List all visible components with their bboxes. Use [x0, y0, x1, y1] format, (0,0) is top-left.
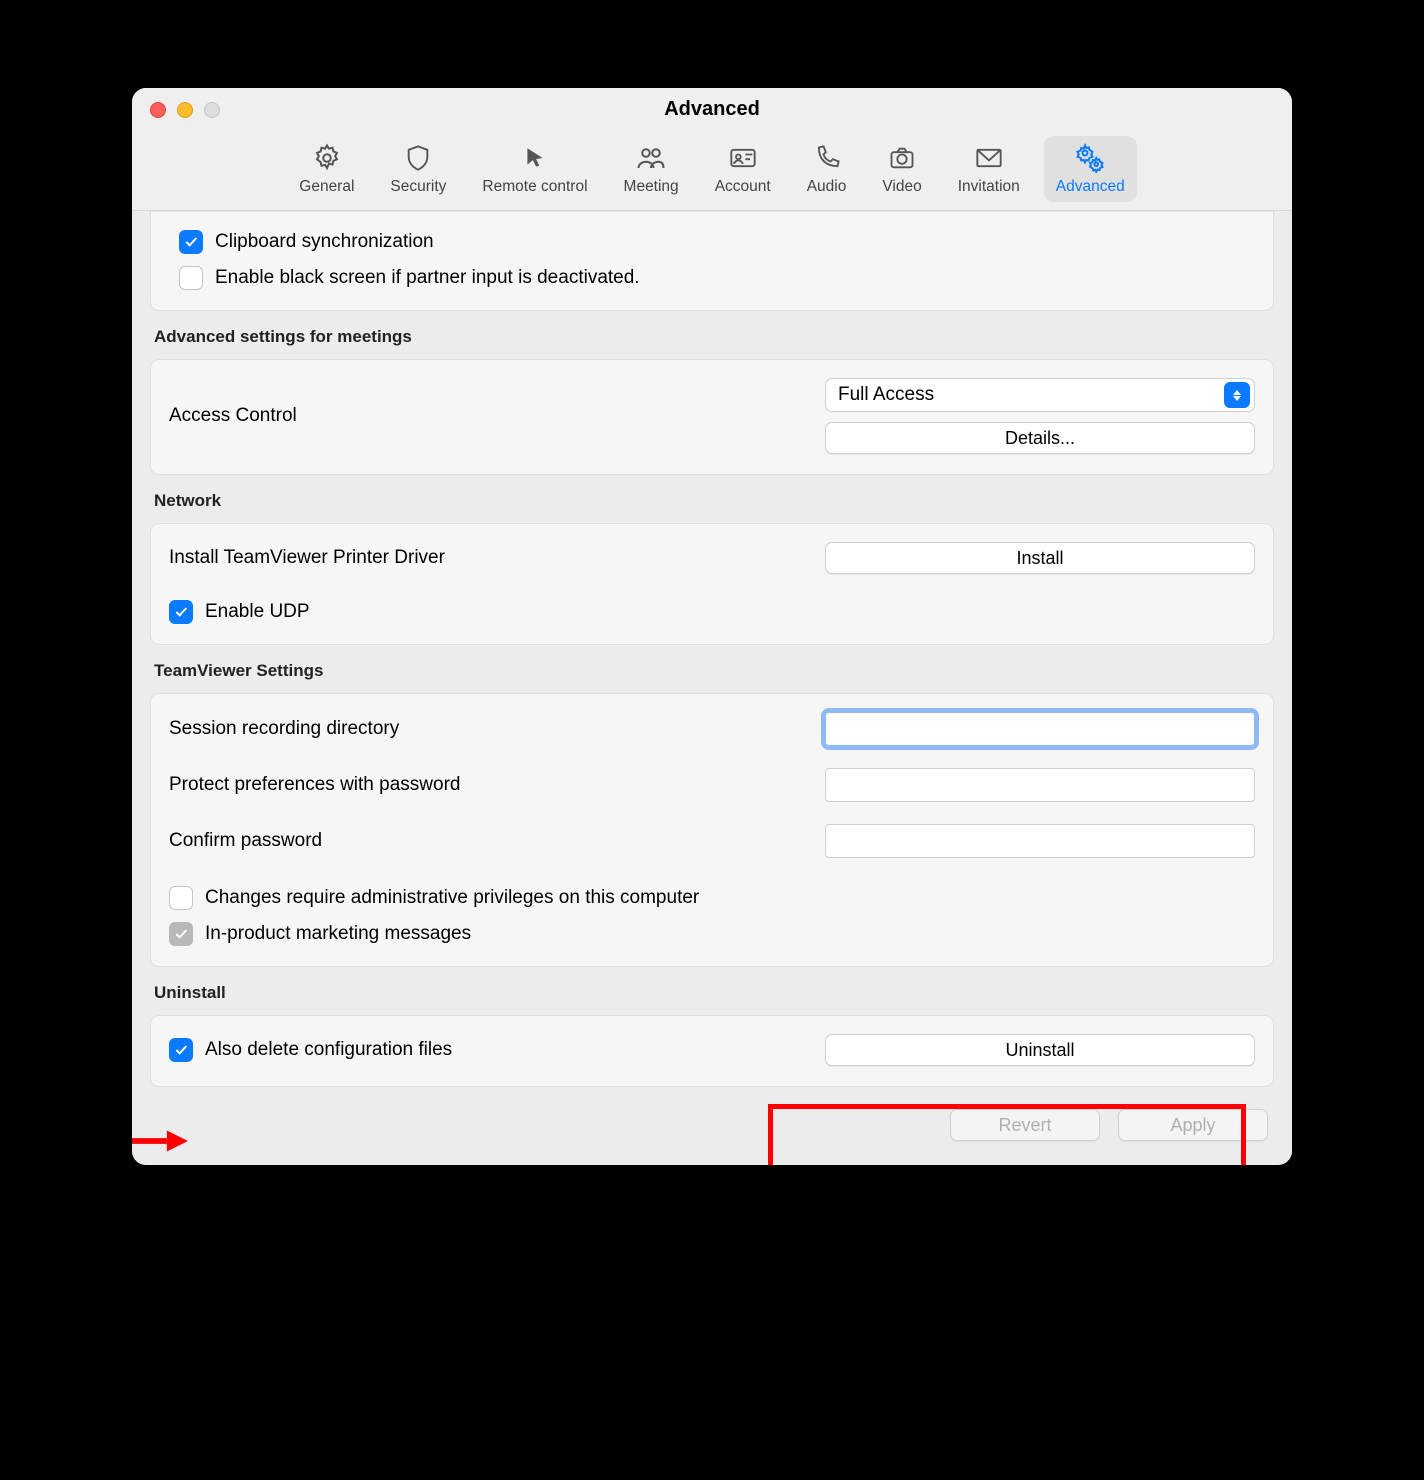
- shield-icon: [401, 142, 435, 174]
- window-title: Advanced: [664, 98, 760, 121]
- marketing-checkbox: [169, 922, 193, 946]
- tab-label: Advanced: [1056, 178, 1125, 196]
- marketing-label: In-product marketing messages: [205, 923, 1255, 945]
- delete-config-label: Also delete configuration files: [205, 1039, 813, 1061]
- phone-icon: [810, 142, 844, 174]
- panel-advanced-top: Clipboard synchronization Enable black s…: [150, 211, 1274, 311]
- tab-advanced[interactable]: Advanced: [1044, 136, 1137, 202]
- confirm-pw-input[interactable]: [825, 824, 1255, 858]
- tab-label: Audio: [807, 178, 847, 196]
- black-screen-checkbox[interactable]: [179, 266, 203, 290]
- panel-tv-settings: Session recording directory Protect pref…: [150, 693, 1274, 967]
- tab-label: Video: [882, 178, 921, 196]
- apply-button[interactable]: Apply: [1118, 1109, 1268, 1141]
- tab-label: Invitation: [958, 178, 1020, 196]
- clipboard-sync-checkbox[interactable]: [179, 230, 203, 254]
- uninstall-button[interactable]: Uninstall: [825, 1034, 1255, 1066]
- tab-label: Security: [390, 178, 446, 196]
- install-printer-label: Install TeamViewer Printer Driver: [169, 547, 813, 569]
- select-caret-icon: [1224, 382, 1250, 408]
- zoom-window-button[interactable]: [204, 102, 220, 118]
- tab-general[interactable]: General: [287, 136, 366, 202]
- session-dir-input[interactable]: [825, 712, 1255, 746]
- revert-button[interactable]: Revert: [950, 1109, 1100, 1141]
- tab-meeting[interactable]: Meeting: [612, 136, 691, 202]
- tab-invitation[interactable]: Invitation: [946, 136, 1032, 202]
- close-window-button[interactable]: [150, 102, 166, 118]
- confirm-pw-label: Confirm password: [169, 830, 813, 852]
- meetings-section-title: Advanced settings for meetings: [154, 327, 1274, 347]
- camera-icon: [885, 142, 919, 174]
- access-control-select[interactable]: Full Access: [825, 378, 1255, 412]
- tab-label: General: [299, 178, 354, 196]
- tab-audio[interactable]: Audio: [795, 136, 859, 202]
- protect-pw-label: Protect preferences with password: [169, 774, 813, 796]
- enable-udp-label: Enable UDP: [205, 601, 1255, 623]
- network-section-title: Network: [154, 491, 1274, 511]
- tab-label: Account: [715, 178, 771, 196]
- clipboard-sync-label: Clipboard synchronization: [215, 231, 1255, 253]
- tab-security[interactable]: Security: [378, 136, 458, 202]
- envelope-icon: [972, 142, 1006, 174]
- admin-priv-checkbox[interactable]: [169, 886, 193, 910]
- preferences-window: Advanced General Security Remote control: [132, 88, 1292, 1165]
- panel-uninstall: Also delete configuration files Uninstal…: [150, 1015, 1274, 1087]
- footer-buttons: Revert Apply: [132, 1087, 1292, 1147]
- access-control-label: Access Control: [169, 405, 813, 427]
- admin-priv-label: Changes require administrative privilege…: [205, 887, 1255, 909]
- protect-pw-input[interactable]: [825, 768, 1255, 802]
- tab-remote-control[interactable]: Remote control: [470, 136, 599, 202]
- gear-icon: [310, 142, 344, 174]
- tab-video[interactable]: Video: [870, 136, 933, 202]
- details-button[interactable]: Details...: [825, 422, 1255, 454]
- tab-account[interactable]: Account: [703, 136, 783, 202]
- people-icon: [634, 142, 668, 174]
- panel-network: Install TeamViewer Printer Driver Instal…: [150, 523, 1274, 645]
- uninstall-section-title: Uninstall: [154, 983, 1274, 1003]
- access-control-value: Full Access: [838, 384, 934, 406]
- tab-label: Remote control: [482, 178, 587, 196]
- tv-settings-section-title: TeamViewer Settings: [154, 661, 1274, 681]
- gears-icon: [1073, 142, 1107, 174]
- install-button[interactable]: Install: [825, 542, 1255, 574]
- window-controls: [150, 102, 220, 118]
- tab-label: Meeting: [624, 178, 679, 196]
- cursor-icon: [518, 142, 552, 174]
- panel-meetings: Access Control Full Access Details...: [150, 359, 1274, 475]
- toolbar-tabs: General Security Remote control Meeting …: [132, 130, 1292, 211]
- enable-udp-checkbox[interactable]: [169, 600, 193, 624]
- id-card-icon: [726, 142, 760, 174]
- titlebar: Advanced: [132, 88, 1292, 130]
- content-area: Clipboard synchronization Enable black s…: [132, 211, 1292, 1165]
- black-screen-label: Enable black screen if partner input is …: [215, 267, 1255, 289]
- session-dir-label: Session recording directory: [169, 718, 813, 740]
- minimize-window-button[interactable]: [177, 102, 193, 118]
- delete-config-checkbox[interactable]: [169, 1038, 193, 1062]
